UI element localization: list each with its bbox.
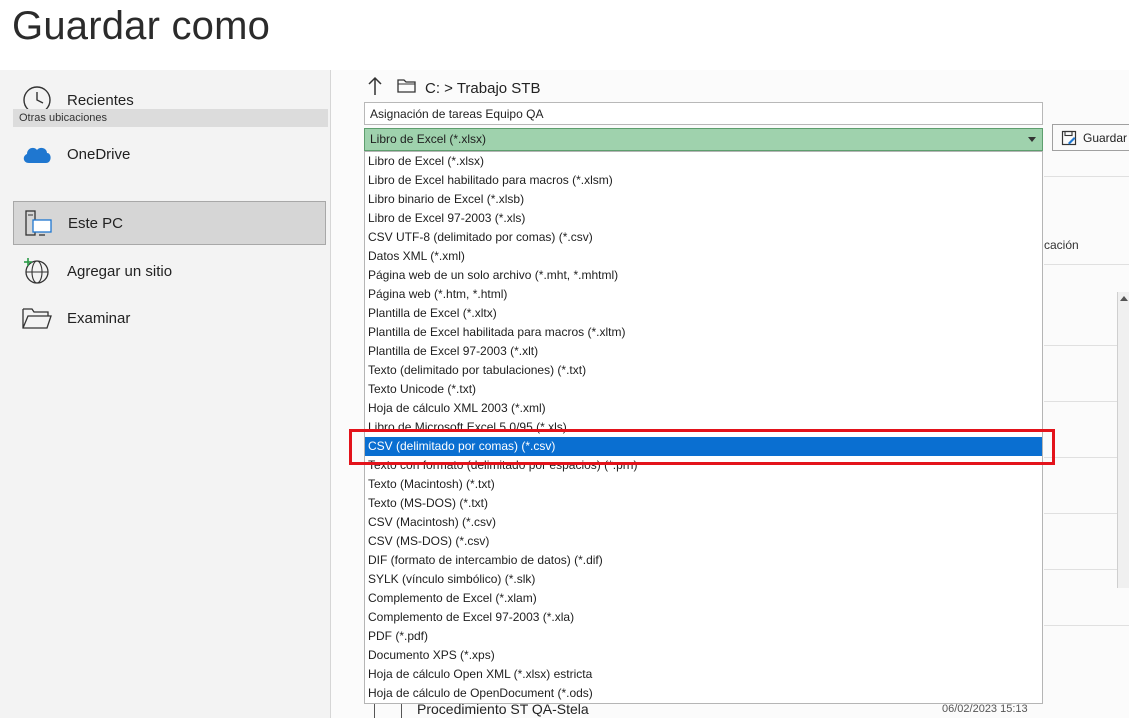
column-header-fragment: cación <box>1044 238 1079 252</box>
divider <box>1044 625 1129 626</box>
breadcrumb: C: > Trabajo STB <box>367 76 540 100</box>
filetype-option[interactable]: SYLK (vínculo simbólico) (*.slk) <box>365 570 1042 589</box>
filetype-option[interactable]: Texto (MS-DOS) (*.txt) <box>365 494 1042 513</box>
filetype-option[interactable]: Plantilla de Excel (*.xltx) <box>365 304 1042 323</box>
filetype-option[interactable]: Documento XPS (*.xps) <box>365 646 1042 665</box>
save-icon <box>1061 130 1077 146</box>
filetype-option[interactable]: Hoja de cálculo de OpenDocument (*.ods) <box>365 684 1042 703</box>
filetype-option[interactable]: Página web de un solo archivo (*.mht, *.… <box>365 266 1042 285</box>
filetype-option[interactable]: CSV (Macintosh) (*.csv) <box>365 513 1042 532</box>
annotation-highlight-box <box>349 429 1055 465</box>
filetype-option[interactable]: Complemento de Excel (*.xlam) <box>365 589 1042 608</box>
divider <box>1044 176 1129 177</box>
filetype-option[interactable]: Complemento de Excel 97-2003 (*.xla) <box>365 608 1042 627</box>
chevron-down-icon[interactable] <box>1028 137 1036 142</box>
location-onedrive[interactable]: OneDrive <box>13 132 326 176</box>
location-recent-label: Recientes <box>67 91 134 109</box>
file-date: 06/02/2023 15:13 <box>942 703 1028 715</box>
location-this-pc[interactable]: Este PC <box>13 201 326 245</box>
filetype-option[interactable]: Texto Unicode (*.txt) <box>365 380 1042 399</box>
location-add-place[interactable]: Agregar un sitio <box>13 249 326 293</box>
filetype-option[interactable]: Hoja de cálculo XML 2003 (*.xml) <box>365 399 1042 418</box>
filetype-option[interactable]: Plantilla de Excel habilitada para macro… <box>365 323 1042 342</box>
cloud-icon <box>15 134 59 174</box>
other-locations-header: Otras ubicaciones <box>13 109 328 127</box>
filetype-option[interactable]: Texto (delimitado por tabulaciones) (*.t… <box>365 361 1042 380</box>
location-this-pc-label: Este PC <box>68 214 124 232</box>
save-button-label: Guardar <box>1083 130 1128 145</box>
filetype-option[interactable]: Libro binario de Excel (*.xlsb) <box>365 190 1042 209</box>
filetype-option[interactable]: Hoja de cálculo Open XML (*.xlsx) estric… <box>365 665 1042 684</box>
arrow-up-icon[interactable] <box>367 76 383 100</box>
page-title: Guardar como <box>12 4 271 48</box>
divider <box>1044 264 1129 265</box>
scroll-up-icon[interactable] <box>1120 296 1128 301</box>
filetype-option[interactable]: DIF (formato de intercambio de datos) (*… <box>365 551 1042 570</box>
filetype-option[interactable]: Libro de Excel (*.xlsx) <box>365 152 1042 171</box>
filename-input[interactable] <box>364 102 1043 125</box>
filetype-option[interactable]: CSV UTF-8 (delimitado por comas) (*.csv) <box>365 228 1042 247</box>
location-add-place-label: Agregar un sitio <box>67 262 173 280</box>
scrollbar[interactable] <box>1117 292 1129 588</box>
globe-plus-icon <box>15 251 59 291</box>
filetype-selected-label: Libro de Excel (*.xlsx) <box>370 132 487 146</box>
filetype-option[interactable]: CSV (MS-DOS) (*.csv) <box>365 532 1042 551</box>
location-browse-label: Examinar <box>67 309 131 327</box>
filetype-option[interactable]: Plantilla de Excel 97-2003 (*.xlt) <box>365 342 1042 361</box>
location-onedrive-label: OneDrive <box>67 145 131 163</box>
save-button[interactable]: Guardar <box>1052 124 1129 151</box>
filetype-option[interactable]: Libro de Excel 97-2003 (*.xls) <box>365 209 1042 228</box>
filetype-dropdown-list[interactable]: Libro de Excel (*.xlsx) Libro de Excel ha… <box>364 151 1043 704</box>
computer-icon <box>16 203 60 243</box>
filetype-option[interactable]: Texto (Macintosh) (*.txt) <box>365 475 1042 494</box>
location-browse[interactable]: Examinar <box>13 296 326 340</box>
filetype-option[interactable]: Página web (*.htm, *.html) <box>365 285 1042 304</box>
filetype-option[interactable]: Datos XML (*.xml) <box>365 247 1042 266</box>
filetype-option[interactable]: PDF (*.pdf) <box>365 627 1042 646</box>
filetype-option[interactable]: Libro de Excel habilitado para macros (*… <box>365 171 1042 190</box>
breadcrumb-path[interactable]: C: > Trabajo STB <box>425 80 540 97</box>
filetype-select[interactable]: Libro de Excel (*.xlsx) <box>364 128 1043 151</box>
folder-open-icon <box>15 298 59 338</box>
folder-icon <box>397 78 417 98</box>
